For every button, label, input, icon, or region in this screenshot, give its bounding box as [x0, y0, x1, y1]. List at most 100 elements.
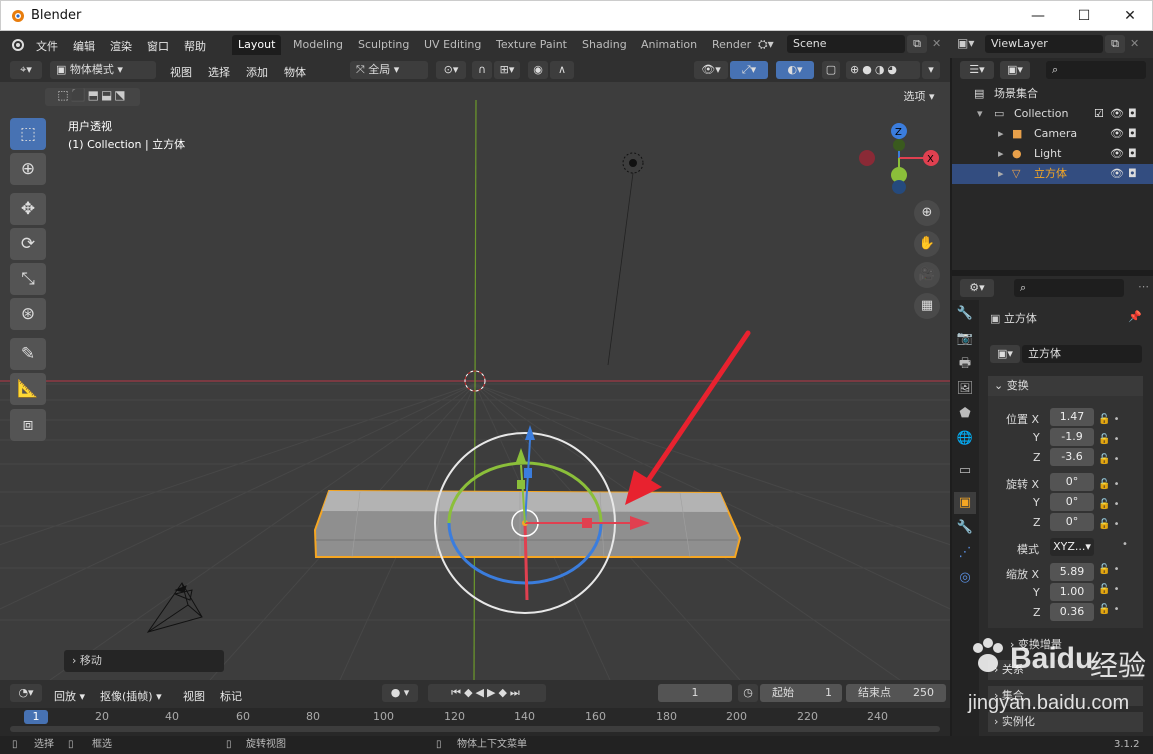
- tab-uv-editing[interactable]: UV Editing: [418, 35, 487, 55]
- render-camera-icon[interactable]: ◘: [1128, 164, 1137, 184]
- gizmo-toggle-icon[interactable]: ⤢▾: [730, 61, 768, 79]
- collection-tab-icon[interactable]: ▭: [954, 460, 976, 482]
- scale-y-field[interactable]: 1.00: [1050, 583, 1094, 601]
- menu-edit[interactable]: 编辑: [73, 38, 95, 54]
- lock-icon[interactable]: 🔓 •: [1098, 475, 1128, 495]
- checkbox-icon[interactable]: ☑: [1094, 104, 1104, 124]
- lock-icon[interactable]: 🔓 •: [1098, 450, 1128, 470]
- outliner-row-camera[interactable]: ▸ ■ Camera 👁 ◘: [952, 124, 1153, 144]
- viewport-menu-select[interactable]: 选择: [208, 64, 230, 80]
- outliner-row-scene-collection[interactable]: ▤ 场景集合: [952, 84, 1153, 104]
- tab-modeling[interactable]: Modeling: [287, 35, 349, 55]
- expand-arrow-icon[interactable]: ▾: [977, 104, 983, 124]
- select-box-tool-icon[interactable]: ⬚: [10, 118, 46, 150]
- scale-tool-icon[interactable]: ⤡: [10, 263, 46, 295]
- remove-scene-icon[interactable]: ✕: [932, 37, 941, 50]
- annotate-tool-icon[interactable]: ✎: [10, 338, 46, 370]
- scale-z-field[interactable]: 0.36: [1050, 603, 1094, 621]
- rotation-z-field[interactable]: 0°: [1050, 513, 1094, 531]
- eye-icon[interactable]: 👁: [1110, 124, 1124, 144]
- 3d-viewport[interactable]: Z X ⬚⬛⬒⬓⬔ 选项 ▾ 用户透视 (1) Collection | 立方体…: [0, 82, 950, 680]
- selection-mode-icons[interactable]: ⬚⬛⬒⬓⬔: [45, 88, 140, 106]
- location-y-field[interactable]: -1.9: [1050, 428, 1094, 446]
- lock-icon[interactable]: 🔓 •: [1098, 410, 1128, 430]
- overlay-toggle-icon[interactable]: ◐▾: [776, 61, 814, 79]
- playhead-frame[interactable]: 1: [24, 710, 48, 724]
- render-camera-icon[interactable]: ◘: [1128, 144, 1137, 164]
- remove-view-layer-icon[interactable]: ✕: [1130, 37, 1139, 50]
- tab-sculpting[interactable]: Sculpting: [352, 35, 415, 55]
- navigation-gizmo[interactable]: Z X: [859, 123, 939, 194]
- scene-name-field[interactable]: Scene: [787, 35, 905, 53]
- camera-object-icon[interactable]: [146, 582, 203, 633]
- rotate-tool-icon[interactable]: ⟳: [10, 228, 46, 260]
- render-camera-icon[interactable]: ◘: [1128, 104, 1137, 124]
- cursor-tool-icon[interactable]: ⊕: [10, 153, 46, 185]
- new-view-layer-icon[interactable]: ⧉: [1105, 35, 1125, 53]
- marker-menu[interactable]: 标记: [220, 688, 242, 704]
- lock-icon[interactable]: 🔓 •: [1098, 495, 1128, 515]
- start-frame-field[interactable]: 起始 1: [760, 684, 842, 702]
- menu-window[interactable]: 窗口: [147, 38, 169, 54]
- eye-icon[interactable]: 👁: [1110, 144, 1124, 164]
- options-dots-icon[interactable]: ⋯: [1138, 280, 1149, 293]
- viewport-menu-object[interactable]: 物体: [284, 64, 306, 80]
- expand-arrow-icon[interactable]: ▸: [998, 144, 1004, 164]
- view-layer-field[interactable]: ViewLayer: [985, 35, 1103, 53]
- mode-dropdown[interactable]: ▣ 物体模式 ▾: [50, 61, 156, 79]
- playback-controls[interactable]: ⏮◆◀▶◆⏭: [428, 684, 546, 702]
- expand-arrow-icon[interactable]: ▸: [998, 124, 1004, 144]
- falloff-icon[interactable]: ∧: [550, 61, 574, 79]
- object-type-icon[interactable]: ▣▾: [990, 345, 1020, 363]
- editor-type-icon[interactable]: ⌖▾: [10, 61, 42, 79]
- visibility-icon[interactable]: 👁▾: [694, 61, 728, 79]
- output-tab-icon[interactable]: 🖶: [954, 353, 976, 375]
- viewport-scene[interactable]: Z X: [0, 82, 950, 680]
- pan-hand-icon[interactable]: ✋: [914, 231, 940, 257]
- pivot-point-icon[interactable]: ⊙▾: [436, 61, 466, 79]
- location-x-field[interactable]: 1.47: [1050, 408, 1094, 426]
- outliner-search-input[interactable]: ⌕: [1046, 61, 1146, 79]
- properties-search-input[interactable]: ⌕: [1014, 279, 1124, 297]
- current-frame-field[interactable]: 1: [658, 684, 732, 702]
- world-tab-icon[interactable]: 🌐: [954, 428, 976, 450]
- properties-editor-icon[interactable]: ⚙▾: [960, 279, 994, 297]
- transform-tool-icon[interactable]: ⊛: [10, 298, 46, 330]
- modifier-tab-icon[interactable]: 🔧: [954, 517, 976, 539]
- xray-icon[interactable]: ▢: [822, 61, 840, 79]
- object-tab-icon[interactable]: ▣: [954, 492, 976, 514]
- clock-icon[interactable]: ◷: [738, 684, 758, 702]
- shading-dropdown-icon[interactable]: ▾: [922, 61, 940, 79]
- render-tab-icon[interactable]: 📷: [954, 328, 976, 350]
- location-z-field[interactable]: -3.6: [1050, 448, 1094, 466]
- physics-tab-icon[interactable]: ◎: [954, 567, 976, 589]
- scene-icon[interactable]: ⛭▾: [758, 37, 774, 52]
- snap-icon[interactable]: ∩: [472, 61, 492, 79]
- transform-orientation-dropdown[interactable]: ⤧ 全局 ▾: [350, 61, 428, 79]
- new-scene-icon[interactable]: ⧉: [907, 35, 927, 53]
- render-camera-icon[interactable]: ◘: [1128, 124, 1137, 144]
- camera-view-icon[interactable]: 🎥: [914, 262, 940, 288]
- rotation-mode-dropdown[interactable]: XYZ...▾: [1050, 538, 1094, 556]
- tab-animation[interactable]: Animation: [635, 35, 703, 55]
- view-layer-icon[interactable]: ▣▾: [957, 36, 974, 50]
- minimize-button[interactable]: —: [1015, 1, 1061, 31]
- eye-icon[interactable]: 👁: [1110, 104, 1124, 124]
- light-object-icon[interactable]: [607, 152, 644, 366]
- keyframe-dot-icon[interactable]: •: [1122, 535, 1128, 555]
- blender-menu-icon[interactable]: [10, 37, 26, 53]
- measure-tool-icon[interactable]: 📐: [10, 373, 46, 405]
- outliner-editor-icon[interactable]: ☰▾: [960, 61, 994, 79]
- record-icon[interactable]: ● ▾: [382, 684, 418, 702]
- rotation-y-field[interactable]: 0°: [1050, 493, 1094, 511]
- viewport-menu-view[interactable]: 视图: [170, 64, 192, 80]
- rotation-x-field[interactable]: 0°: [1050, 473, 1094, 491]
- proportional-edit-icon[interactable]: ◉: [528, 61, 548, 79]
- tab-layout[interactable]: Layout: [232, 35, 282, 55]
- scene-tab-icon[interactable]: ⬟: [954, 403, 976, 425]
- outliner-row-light[interactable]: ▸ ● Light 👁 ◘: [952, 144, 1153, 164]
- menu-help[interactable]: 帮助: [184, 38, 206, 54]
- last-operator-panel[interactable]: › 移动: [64, 650, 224, 672]
- scale-x-field[interactable]: 5.89: [1050, 563, 1094, 581]
- lock-icon[interactable]: 🔓 •: [1098, 580, 1128, 600]
